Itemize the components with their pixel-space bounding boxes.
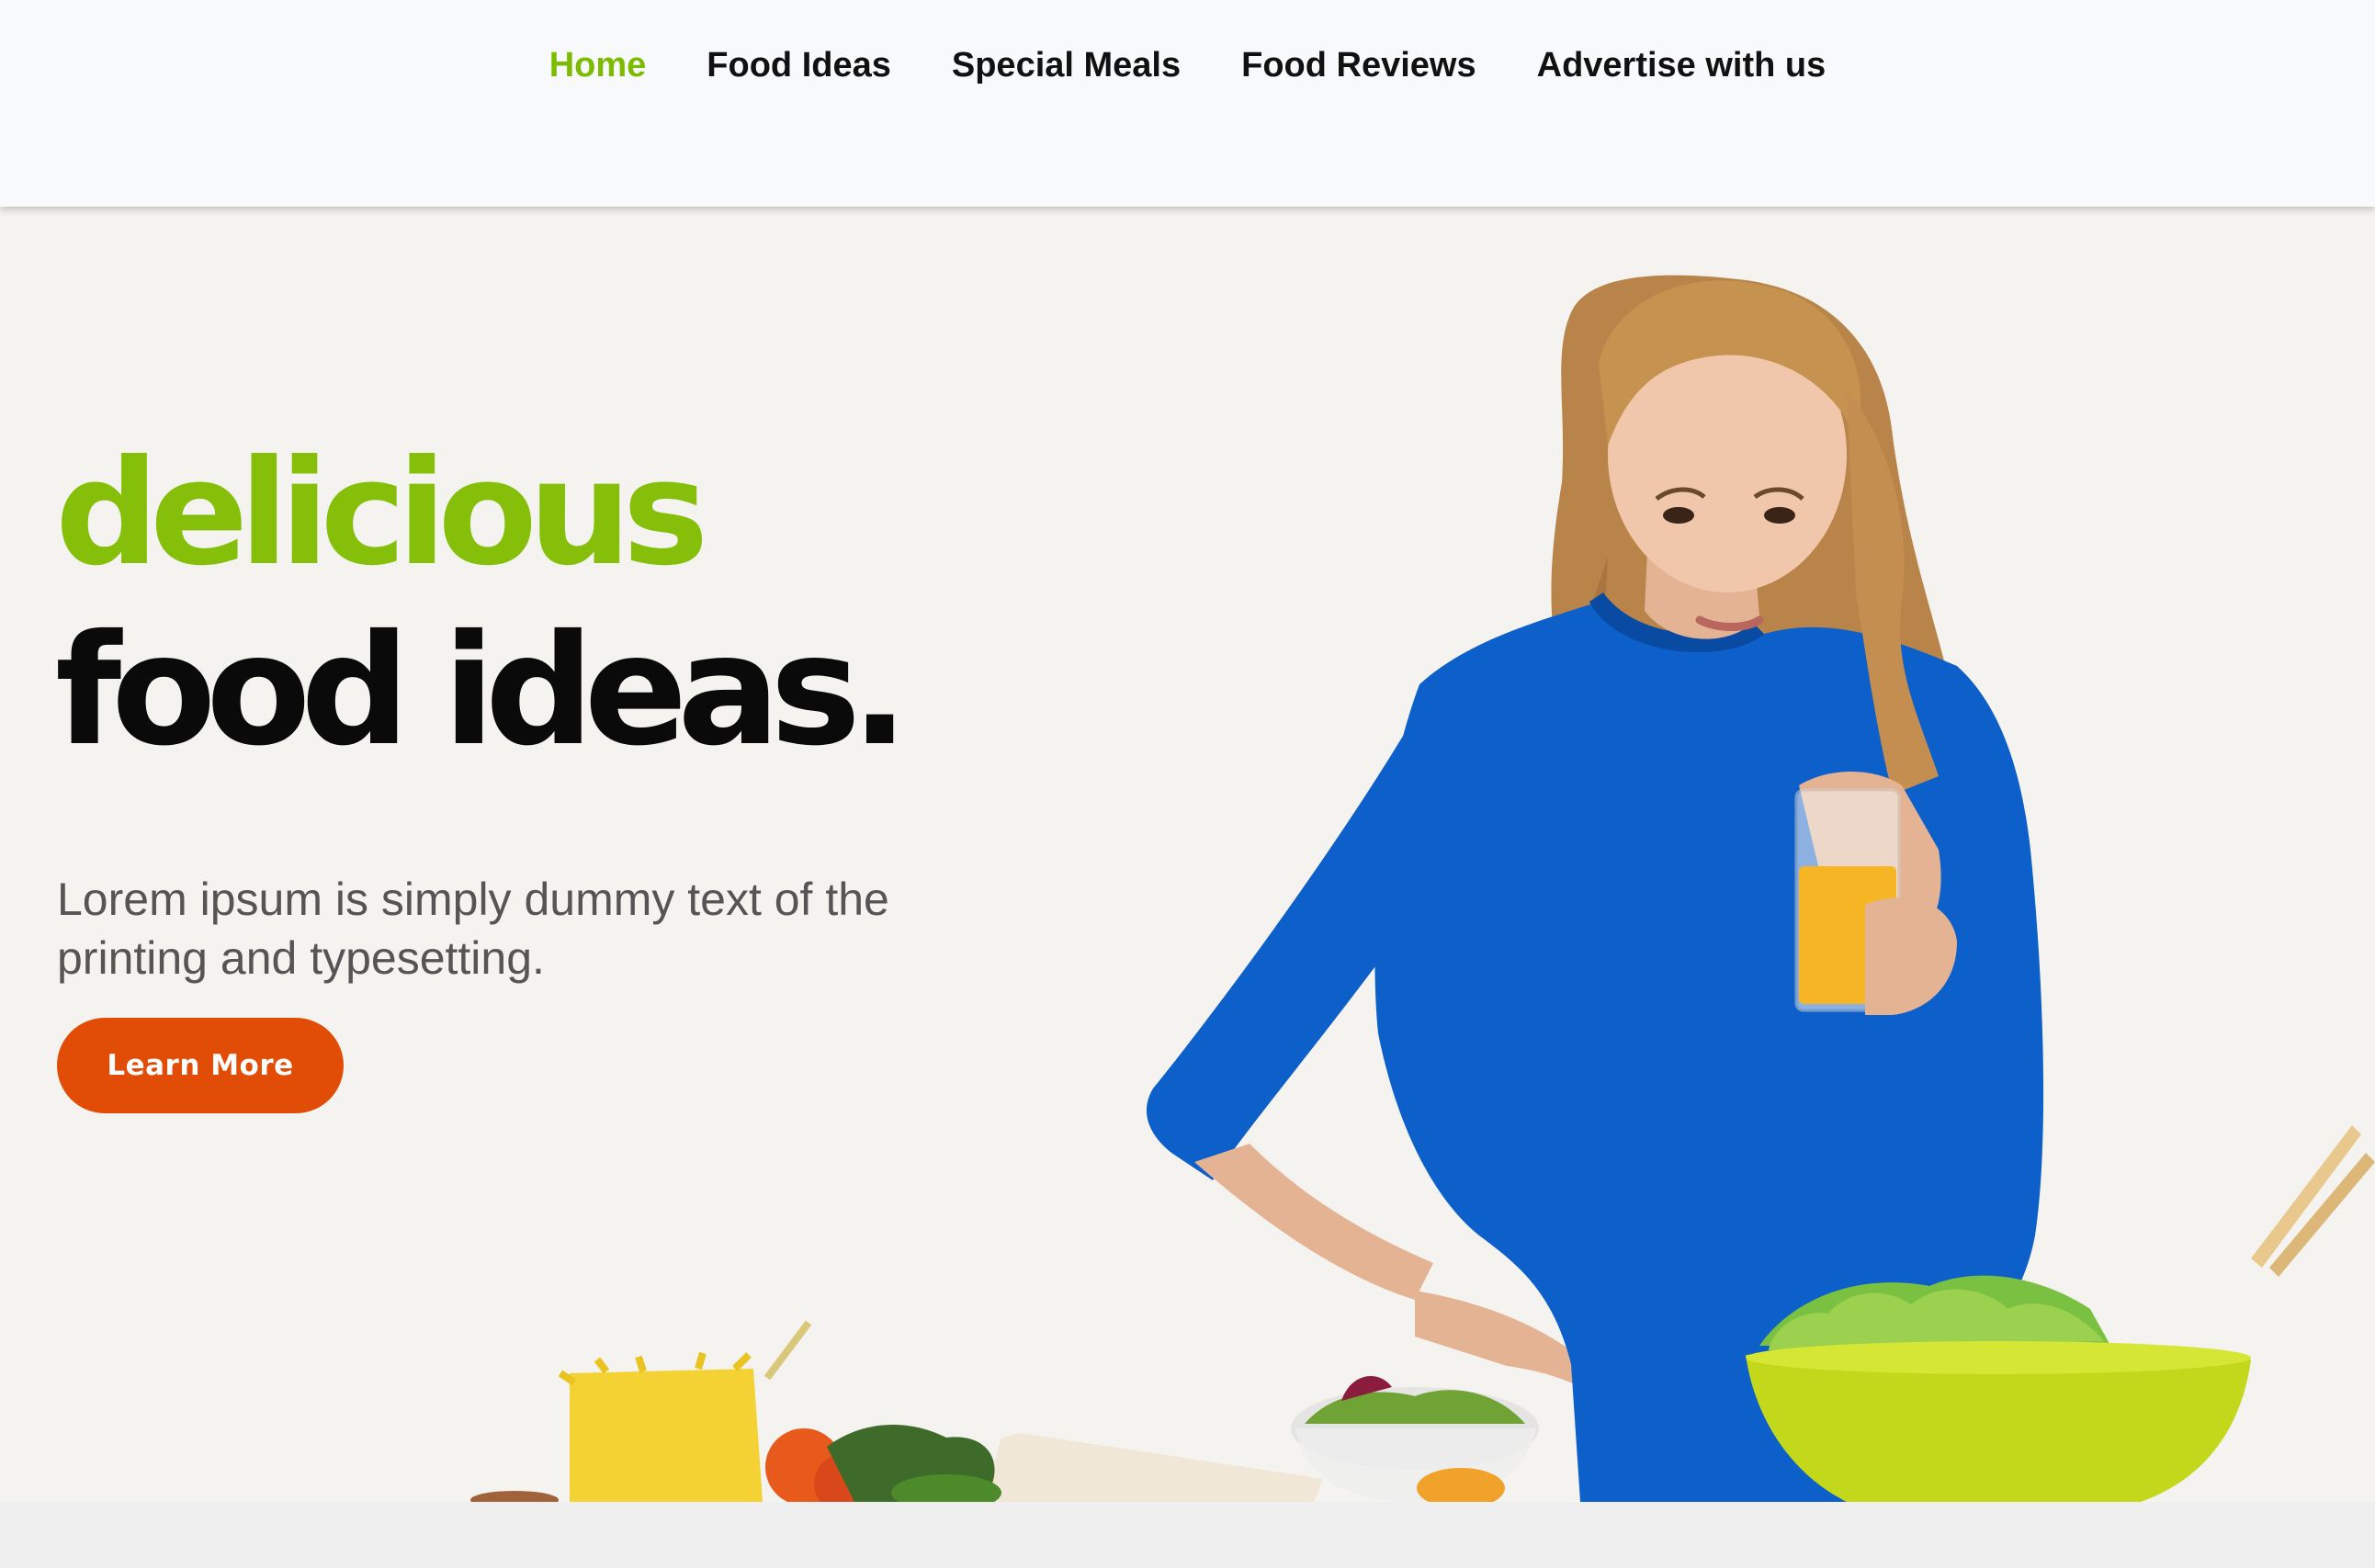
- top-navbar: Home Food Ideas Special Meals Food Revie…: [0, 0, 2375, 207]
- learn-more-button[interactable]: Learn More: [57, 1018, 344, 1113]
- section-divider: [0, 1502, 2375, 1568]
- nav-link-advertise[interactable]: Advertise with us: [1537, 46, 1826, 85]
- nav-link-food-ideas[interactable]: Food Ideas: [707, 46, 891, 85]
- nav-item-home: Home: [549, 46, 647, 85]
- nav-item-special-meals: Special Meals: [952, 46, 1181, 85]
- nav-menu: Home Food Ideas Special Meals Food Revie…: [0, 46, 2375, 85]
- headline-accent: delicious: [55, 429, 708, 598]
- headline-main: food ideas.: [55, 603, 909, 780]
- hero-image: [470, 275, 2375, 1502]
- nav-link-food-reviews[interactable]: Food Reviews: [1241, 46, 1476, 85]
- hero-description: Lorem ipsum is simply dummy text of the …: [57, 874, 889, 984]
- nav-item-food-ideas: Food Ideas: [707, 46, 891, 85]
- nav-link-home[interactable]: Home: [549, 46, 647, 85]
- nav-link-special-meals[interactable]: Special Meals: [952, 46, 1181, 85]
- nav-item-food-reviews: Food Reviews: [1241, 46, 1476, 85]
- hero-section: delicious food ideas. Lorem ipsum is sim…: [0, 207, 2375, 1502]
- nav-item-advertise: Advertise with us: [1537, 46, 1826, 85]
